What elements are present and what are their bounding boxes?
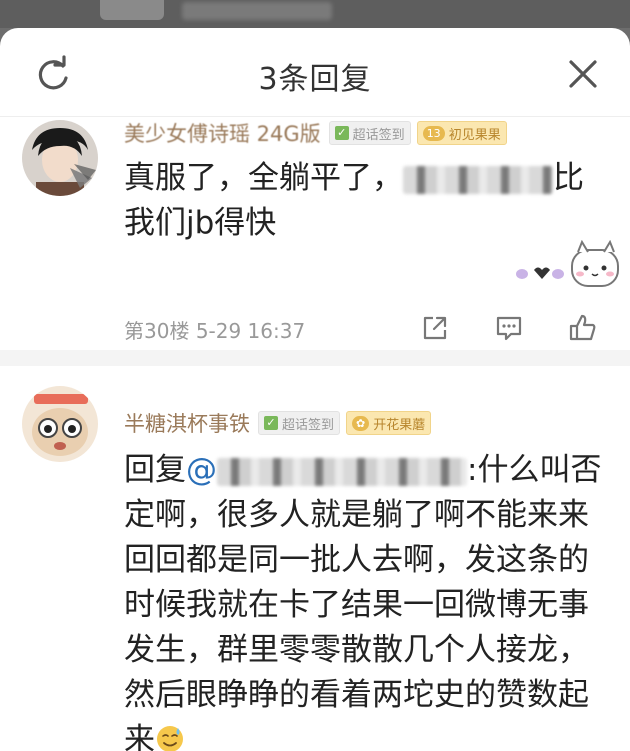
mention-at: @ xyxy=(186,452,217,488)
close-icon[interactable] xyxy=(563,54,603,94)
user-row: 半糖淇杯事铁 ✓ 超话签到 ✿ 开花果蘑 xyxy=(124,408,437,438)
floor-and-time: 第30楼 5-29 16:37 xyxy=(124,315,305,344)
avatar[interactable] xyxy=(22,120,98,196)
redacted-text xyxy=(403,165,553,194)
comment-item: 半糖淇杯事铁 ✓ 超话签到 ✿ 开花果蘑 回复@:什么叫否定啊，很多人就是躺了啊… xyxy=(0,368,630,751)
comment-text: 真服了，全躺平了， 比 我们jb得快 xyxy=(124,156,604,246)
header-divider xyxy=(0,116,630,117)
background-topbar xyxy=(0,0,630,28)
fan-level-label: 开花果蘑 xyxy=(373,417,426,433)
avatar[interactable] xyxy=(22,386,98,462)
comment-text: 回复@:什么叫否定啊，很多人就是躺了啊不能来来回回都是同一批人去啊，发这条的时候… xyxy=(124,448,604,751)
comment-meta: 第30楼 5-29 16:37 xyxy=(124,313,614,343)
sheet-title: 3条回复 xyxy=(258,62,372,97)
share-icon[interactable] xyxy=(420,313,450,343)
check-icon: ✓ xyxy=(264,416,278,430)
comment-text-part: 真服了，全躺平了， xyxy=(124,160,403,196)
reply-body: :什么叫否定啊，很多人就是躺了啊不能来来回回都是同一批人去啊，发这条的时候我就在… xyxy=(124,452,602,751)
sheet-header: 3条回复 xyxy=(0,28,630,116)
username[interactable]: 半糖淇杯事铁 xyxy=(124,408,250,438)
floor-number: 第30楼 xyxy=(124,319,190,343)
replies-sheet: 3条回复 美少女傅诗瑶 24G版 ✓ 超话签到 13 初见果果 真服了，全躺平了… xyxy=(0,28,630,751)
background-blurred-text xyxy=(182,2,332,20)
comment-text-part: 我们jb得快 xyxy=(124,205,277,241)
comment-text-part: 比 xyxy=(553,160,584,196)
fan-level-label: 初见果果 xyxy=(448,127,501,143)
post-time: 5-29 16:37 xyxy=(195,319,306,343)
section-divider xyxy=(0,350,630,366)
user-row: 美少女傅诗瑶 24G版 ✓ 超话签到 13 初见果果 xyxy=(124,118,513,148)
sign-in-badge-label: 超话签到 xyxy=(282,417,335,433)
mention-link[interactable]: @ xyxy=(186,452,467,488)
comment-icon[interactable] xyxy=(494,313,524,343)
check-icon: ✓ xyxy=(334,126,349,140)
background-thumbnail xyxy=(100,0,164,20)
like-thumb-icon[interactable] xyxy=(568,313,598,343)
reply-prefix: 回复 xyxy=(124,452,186,488)
sign-in-badge[interactable]: ✓ 超话签到 xyxy=(328,121,411,145)
fan-level-badge[interactable]: 13 初见果果 xyxy=(416,121,507,145)
comment-item: 美少女傅诗瑶 24G版 ✓ 超话签到 13 初见果果 真服了，全躺平了， 比 我们… xyxy=(0,118,630,348)
redacted-username xyxy=(217,457,467,486)
fan-level-number: 13 xyxy=(422,125,445,141)
fan-level-icon: ✿ xyxy=(352,415,370,431)
sign-in-badge[interactable]: ✓ 超话签到 xyxy=(258,411,341,435)
sign-in-badge-label: 超话签到 xyxy=(352,127,405,143)
sticker-decoration xyxy=(516,240,619,287)
sweat-smile-emoji xyxy=(157,726,183,751)
fan-level-badge[interactable]: ✿ 开花果蘑 xyxy=(346,411,432,435)
username[interactable]: 美少女傅诗瑶 24G版 xyxy=(124,118,321,148)
